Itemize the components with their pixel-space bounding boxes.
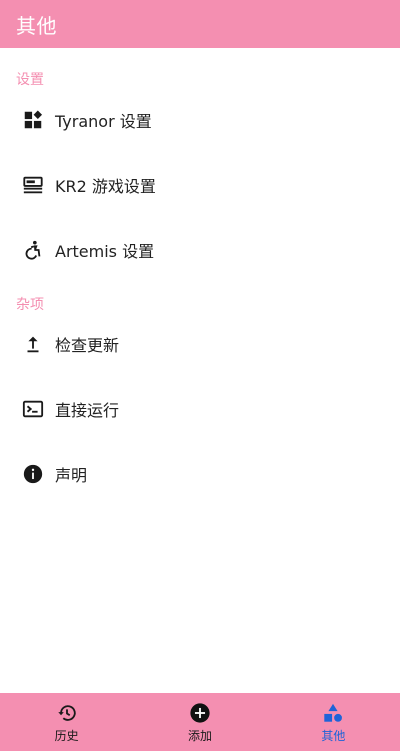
upload-icon	[21, 332, 45, 356]
section-header-settings: 设置	[16, 72, 44, 88]
misc-item-label: 检查更新	[55, 336, 120, 355]
misc-item-check-update[interactable]: 检查更新	[0, 316, 400, 372]
category-icon	[321, 701, 345, 725]
settings-item-tyranor[interactable]: Tyranor 设置	[0, 92, 400, 148]
misc-item-direct-run[interactable]: 直接运行	[0, 381, 400, 437]
dashboard-icon	[21, 108, 45, 132]
nav-label: 其他	[321, 728, 346, 743]
nav-item-history[interactable]: 历史	[0, 693, 133, 751]
misc-item-label: 声明	[55, 466, 88, 485]
top-app-bar: 其他	[0, 0, 400, 48]
nav-label: 历史	[54, 728, 79, 743]
info-icon	[21, 462, 45, 486]
terminal-icon	[21, 397, 45, 421]
section-header-misc: 杂项	[16, 297, 44, 313]
app-root: 其他 设置 Tyranor 设置 KR2 游戏设置 Artemis 设置 杂项 …	[0, 0, 400, 751]
nav-item-add[interactable]: 添加	[133, 693, 266, 751]
settings-item-artemis[interactable]: Artemis 设置	[0, 222, 400, 278]
nav-item-other[interactable]: 其他	[267, 693, 400, 751]
page-title: 其他	[16, 13, 57, 38]
settings-item-label: KR2 游戏设置	[55, 177, 156, 196]
history-icon	[55, 701, 79, 725]
settings-item-kr2[interactable]: KR2 游戏设置	[0, 157, 400, 213]
settings-item-label: Artemis 设置	[55, 242, 155, 261]
accessible-icon	[21, 238, 45, 262]
add-circle-icon	[188, 701, 212, 725]
bottom-navigation: 历史 添加 其他	[0, 693, 400, 751]
nav-label: 添加	[187, 728, 212, 743]
misc-item-label: 直接运行	[55, 401, 120, 420]
settings-item-label: Tyranor 设置	[55, 112, 152, 131]
misc-item-statement[interactable]: 声明	[0, 446, 400, 502]
storage-icon	[21, 173, 45, 197]
